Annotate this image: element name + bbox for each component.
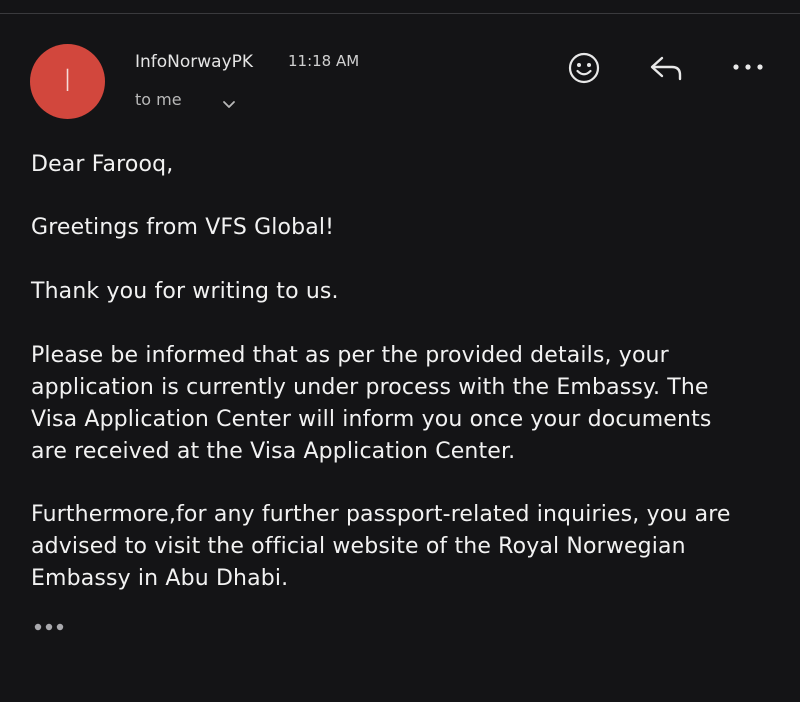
- recipient-toggle[interactable]: to me: [135, 90, 236, 109]
- paragraph-line: Embassy in Abu Dhabi.: [31, 566, 289, 591]
- further-paragraph: Furthermore,for any further passport-rel…: [31, 499, 781, 595]
- email-view: I InfoNorwayPK 11:18 AM to me Dear Faroo…: [0, 0, 800, 702]
- add-reaction-button[interactable]: [564, 48, 604, 88]
- top-divider: [0, 13, 800, 14]
- sender-name[interactable]: InfoNorwayPK: [135, 52, 253, 72]
- avatar-letter: I: [63, 63, 72, 99]
- chevron-down-icon: [222, 95, 236, 108]
- paragraph-line: Visa Application Center will inform you …: [31, 407, 712, 432]
- paragraph-line: Furthermore,for any further passport-rel…: [31, 502, 731, 527]
- hello-line: Greetings from VFS Global!: [31, 215, 335, 240]
- ellipsis-icon: [34, 623, 64, 631]
- smiley-icon: [568, 52, 600, 84]
- paragraph-line: advised to visit the official website of…: [31, 534, 686, 559]
- more-horizontal-icon: [733, 64, 763, 70]
- paragraph-line: are received at the Visa Application Cen…: [31, 439, 516, 464]
- paragraph-line: application is currently under process w…: [31, 375, 709, 400]
- reply-button[interactable]: [644, 50, 688, 86]
- show-trimmed-content-button[interactable]: [33, 619, 67, 635]
- message-time: 11:18 AM: [288, 52, 360, 70]
- avatar[interactable]: I: [30, 44, 105, 119]
- paragraph-line: Please be informed that as per the provi…: [31, 343, 669, 368]
- info-paragraph: Please be informed that as per the provi…: [31, 340, 781, 468]
- greeting-line: Dear Farooq,: [31, 152, 174, 177]
- thanks-line: Thank you for writing to us.: [31, 279, 339, 304]
- recipient-label: to me: [135, 90, 182, 109]
- reply-icon: [650, 56, 682, 81]
- more-options-button[interactable]: [728, 52, 768, 82]
